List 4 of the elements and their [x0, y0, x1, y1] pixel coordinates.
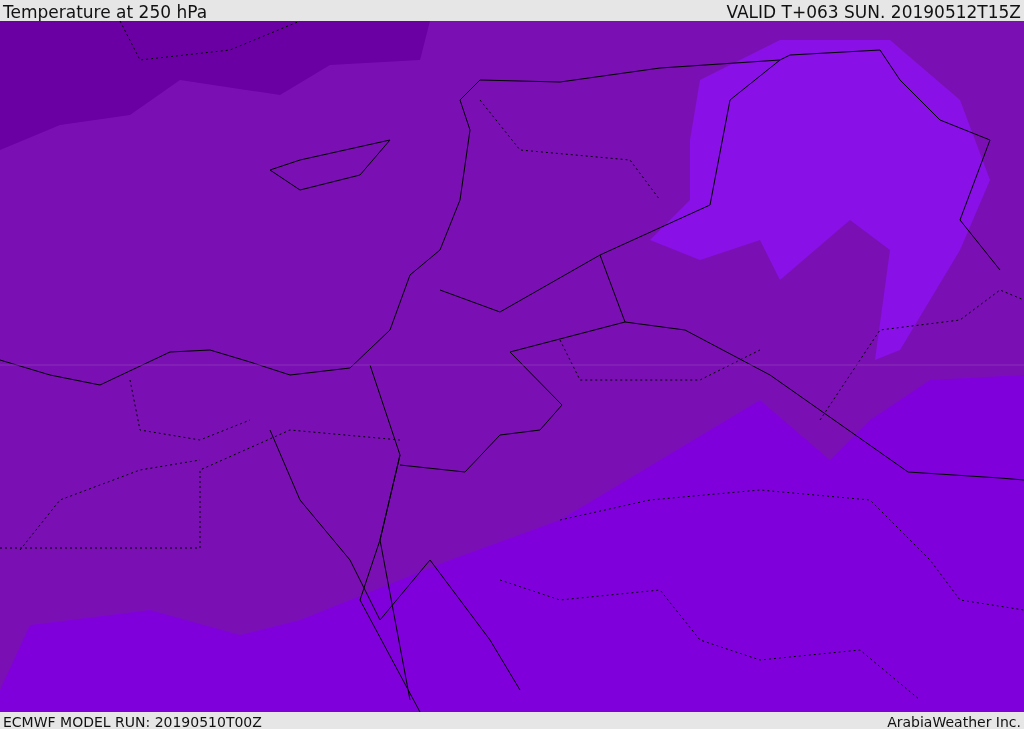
- map-title: Temperature at 250 hPa: [3, 4, 208, 21]
- credit-label: ArabiaWeather Inc.: [887, 715, 1021, 729]
- valid-time: VALID T+063 SUN. 20190512T15Z: [726, 4, 1021, 21]
- model-run-label: ECMWF MODEL RUN: 20190510T00Z: [3, 715, 262, 729]
